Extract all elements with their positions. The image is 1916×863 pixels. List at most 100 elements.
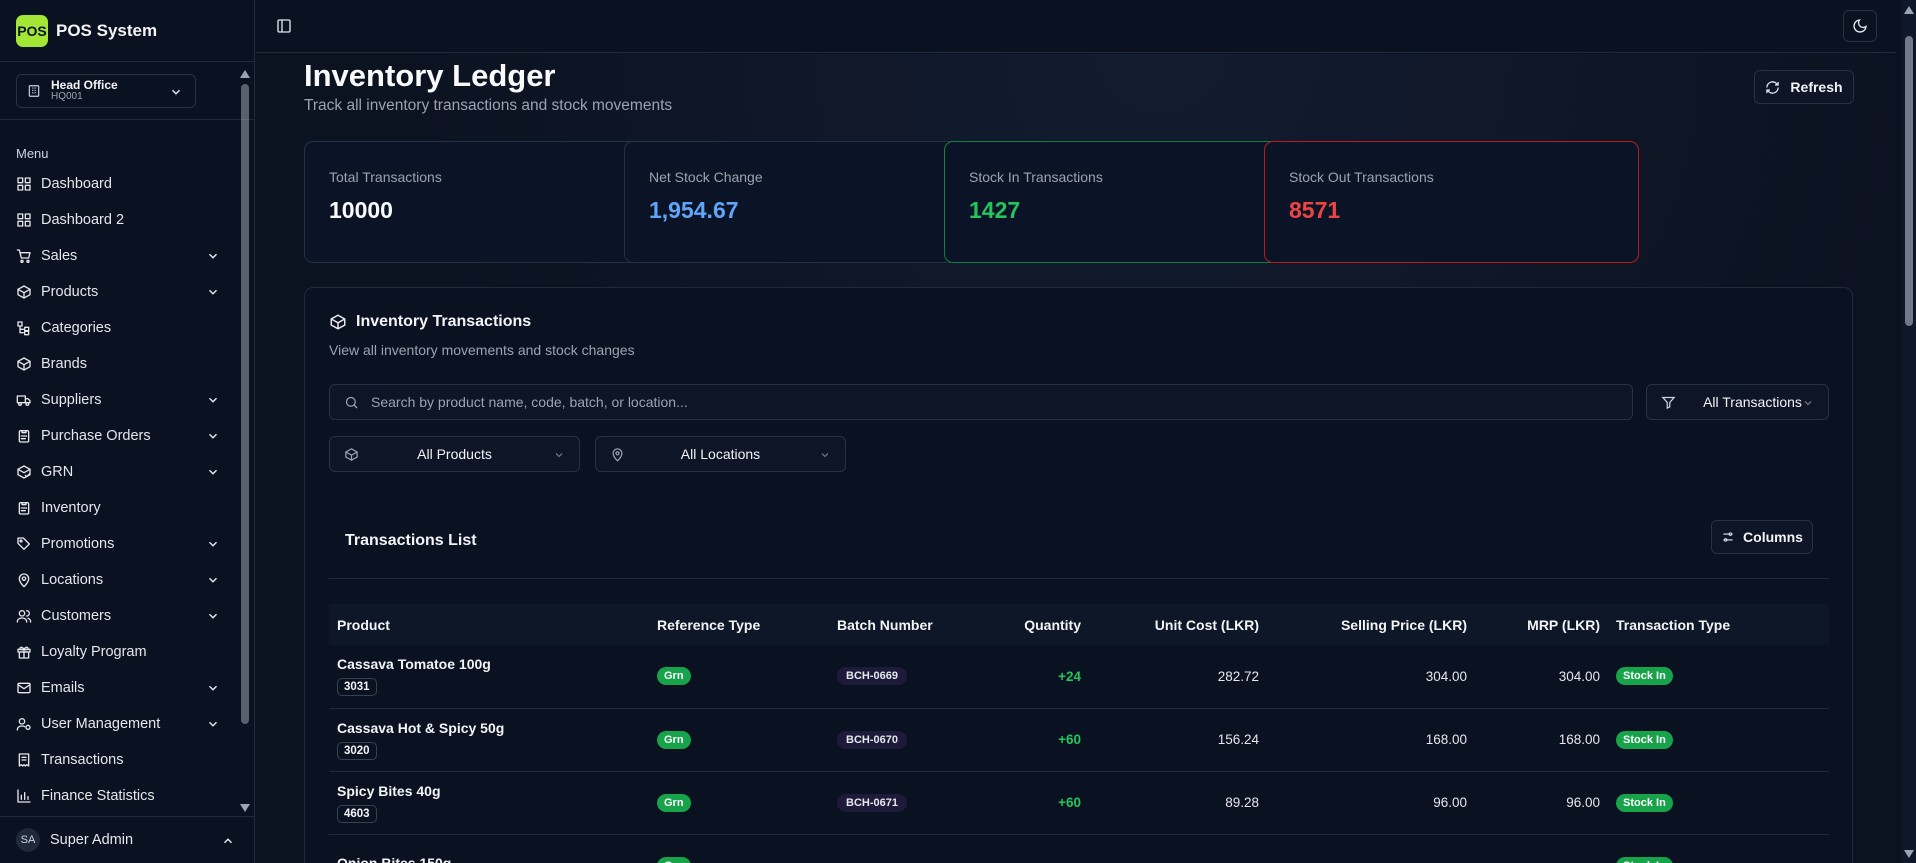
- col-transaction-type[interactable]: Transaction Type: [1608, 604, 1829, 645]
- sidebar-item-purchase-orders[interactable]: Purchase Orders: [0, 418, 240, 454]
- box-check-icon: [17, 465, 31, 479]
- sidebar-item-inventory[interactable]: Inventory: [0, 490, 240, 526]
- cell-mrp: 96.00: [1566, 795, 1600, 810]
- table-row[interactable]: Cassava Hot & Spicy 50g 3020 Grn BCH-0670 +6…: [329, 708, 1829, 771]
- sidebar-item-emails[interactable]: Emails: [0, 670, 240, 706]
- sidebar-item-label: Sales: [41, 248, 78, 264]
- sidebar-item-promotions[interactable]: Promotions: [0, 526, 240, 562]
- col-product[interactable]: Product: [329, 604, 649, 645]
- sidebar-item-dashboard-2[interactable]: Dashboard 2: [0, 202, 240, 238]
- cell-selling-price: 168.00: [1425, 732, 1467, 747]
- product-code: 4603: [337, 804, 377, 823]
- user-name: Super Admin: [50, 832, 134, 848]
- search-input[interactable]: [371, 394, 1571, 410]
- col-batch-number[interactable]: Batch Number: [829, 604, 969, 645]
- transaction-type-filter[interactable]: All Transactions: [1646, 384, 1829, 420]
- branch-name: Head Office: [51, 78, 118, 92]
- reference-badge: Grn: [657, 667, 691, 686]
- cell-quantity: +60: [1058, 732, 1081, 747]
- sidebar-scrollbar[interactable]: [238, 64, 252, 816]
- columns-label: Columns: [1743, 529, 1803, 545]
- sidebar-item-grn[interactable]: GRN: [0, 454, 240, 490]
- sidebar-item-locations[interactable]: Locations: [0, 562, 240, 598]
- locations-filter[interactable]: All Locations: [595, 436, 846, 472]
- search-box[interactable]: [329, 384, 1633, 420]
- cell-quantity: +24: [1058, 668, 1081, 684]
- sidebar-item-label: Locations: [41, 572, 104, 588]
- sidebar-item-brands[interactable]: Brands: [0, 346, 240, 382]
- sidebar-item-label: Loyalty Program: [41, 644, 147, 660]
- refresh-icon: [1766, 80, 1780, 94]
- sidebar-toggle-icon[interactable]: [276, 18, 292, 34]
- cell-selling-price: [1267, 834, 1475, 863]
- col-quantity[interactable]: Quantity: [969, 604, 1089, 645]
- app-name: POS System: [56, 20, 158, 40]
- sidebar-item-label: Dashboard: [41, 176, 112, 192]
- col-reference-type[interactable]: Reference Type: [649, 604, 829, 645]
- truck-icon: [16, 395, 31, 406]
- page-subtitle: Track all inventory transactions and sto…: [304, 97, 673, 114]
- branch-code: HQ001: [51, 91, 83, 102]
- sidebar: POS POS System Head Office HQ001 Menu Da…: [0, 0, 255, 863]
- transactions-table: Product Reference Type Batch Number Quan…: [329, 604, 1829, 863]
- sidebar-item-loyalty-program[interactable]: Loyalty Program: [0, 634, 240, 670]
- products-filter[interactable]: All Products: [329, 436, 580, 472]
- scroll-up-icon[interactable]: [1904, 6, 1914, 14]
- table-row[interactable]: Cassava Tomatoe 100g 3031 Grn BCH-0669 +24 28…: [329, 645, 1829, 708]
- cell-product: Cassava Hot & Spicy 50g 3020: [329, 708, 649, 771]
- theme-toggle-button[interactable]: [1843, 10, 1877, 42]
- cell-reference-type: Grn: [649, 834, 829, 863]
- col-selling-price[interactable]: Selling Price (LKR): [1267, 604, 1475, 645]
- sidebar-item-suppliers[interactable]: Suppliers: [0, 382, 240, 418]
- stat-label: Total Transactions: [329, 169, 442, 185]
- sidebar-item-label: Inventory: [41, 500, 101, 516]
- scroll-up-icon[interactable]: [240, 70, 250, 78]
- brand[interactable]: POS POS System: [0, 0, 254, 62]
- sidebar-item-customers[interactable]: Customers: [0, 598, 240, 634]
- cell-unit-cost: 89.28: [1225, 795, 1259, 810]
- stat-value: 1,954.67: [649, 197, 739, 223]
- sidebar-item-sales[interactable]: Sales: [0, 238, 240, 274]
- table-row[interactable]: Onion Bites 150g Grn Stock In: [329, 834, 1829, 863]
- chevron-down-icon: [208, 433, 218, 439]
- pin-icon: [18, 573, 30, 588]
- box-icon: [17, 285, 31, 299]
- cell-transaction-type: Stock In: [1608, 645, 1829, 708]
- stat-card: Stock Out Transactions 8571: [1264, 141, 1639, 263]
- sidebar-item-products[interactable]: Products: [0, 274, 240, 310]
- refresh-button[interactable]: Refresh: [1754, 70, 1854, 104]
- sidebar-item-user-management[interactable]: User Management: [0, 706, 240, 742]
- sidebar-item-label: Customers: [41, 608, 112, 624]
- sidebar-item-label: User Management: [41, 716, 161, 732]
- product-name: Cassava Tomatoe 100g: [337, 656, 491, 673]
- columns-button[interactable]: Columns: [1711, 520, 1813, 554]
- scroll-down-icon[interactable]: [240, 804, 250, 812]
- receipt-icon: [18, 753, 30, 767]
- sidebar-scroll-thumb[interactable]: [241, 84, 249, 724]
- cell-batch: BCH-0669: [829, 645, 969, 708]
- menu-label: Menu: [16, 146, 49, 161]
- sidebar-item-finance-statistics[interactable]: Finance Statistics: [0, 778, 240, 814]
- page-scrollbar[interactable]: [1902, 0, 1916, 863]
- refresh-label: Refresh: [1790, 79, 1843, 95]
- scroll-down-icon[interactable]: [1904, 850, 1914, 858]
- table-row[interactable]: Spicy Bites 40g 4603 Grn BCH-0671 +60 89.28 96…: [329, 771, 1829, 834]
- stat-card: Stock In Transactions 1427: [944, 141, 1319, 263]
- cell-unit-cost: 156.24: [1217, 732, 1259, 747]
- sidebar-item-dashboard[interactable]: Dashboard: [0, 166, 240, 202]
- transactions-panel: Inventory Transactions View all inventor…: [304, 287, 1853, 863]
- cell-batch: [829, 834, 969, 863]
- col-mrp[interactable]: MRP (LKR): [1475, 604, 1608, 645]
- product-name: Cassava Hot & Spicy 50g: [337, 719, 505, 736]
- batch-badge: BCH-0669: [837, 667, 907, 686]
- col-unit-cost[interactable]: Unit Cost (LKR): [1089, 604, 1267, 645]
- user-menu[interactable]: SA Super Admin: [0, 816, 255, 863]
- sidebar-item-transactions[interactable]: Transactions: [0, 742, 240, 778]
- chevron-down-icon: [208, 253, 218, 259]
- branch-selector[interactable]: Head Office HQ001: [16, 74, 196, 108]
- page-scroll-thumb[interactable]: [1905, 36, 1913, 326]
- sidebar-item-categories[interactable]: Categories: [0, 310, 240, 346]
- sidebar-item-label: Finance Statistics: [41, 788, 155, 804]
- users-icon: [16, 610, 32, 623]
- product-code: 3020: [337, 741, 377, 760]
